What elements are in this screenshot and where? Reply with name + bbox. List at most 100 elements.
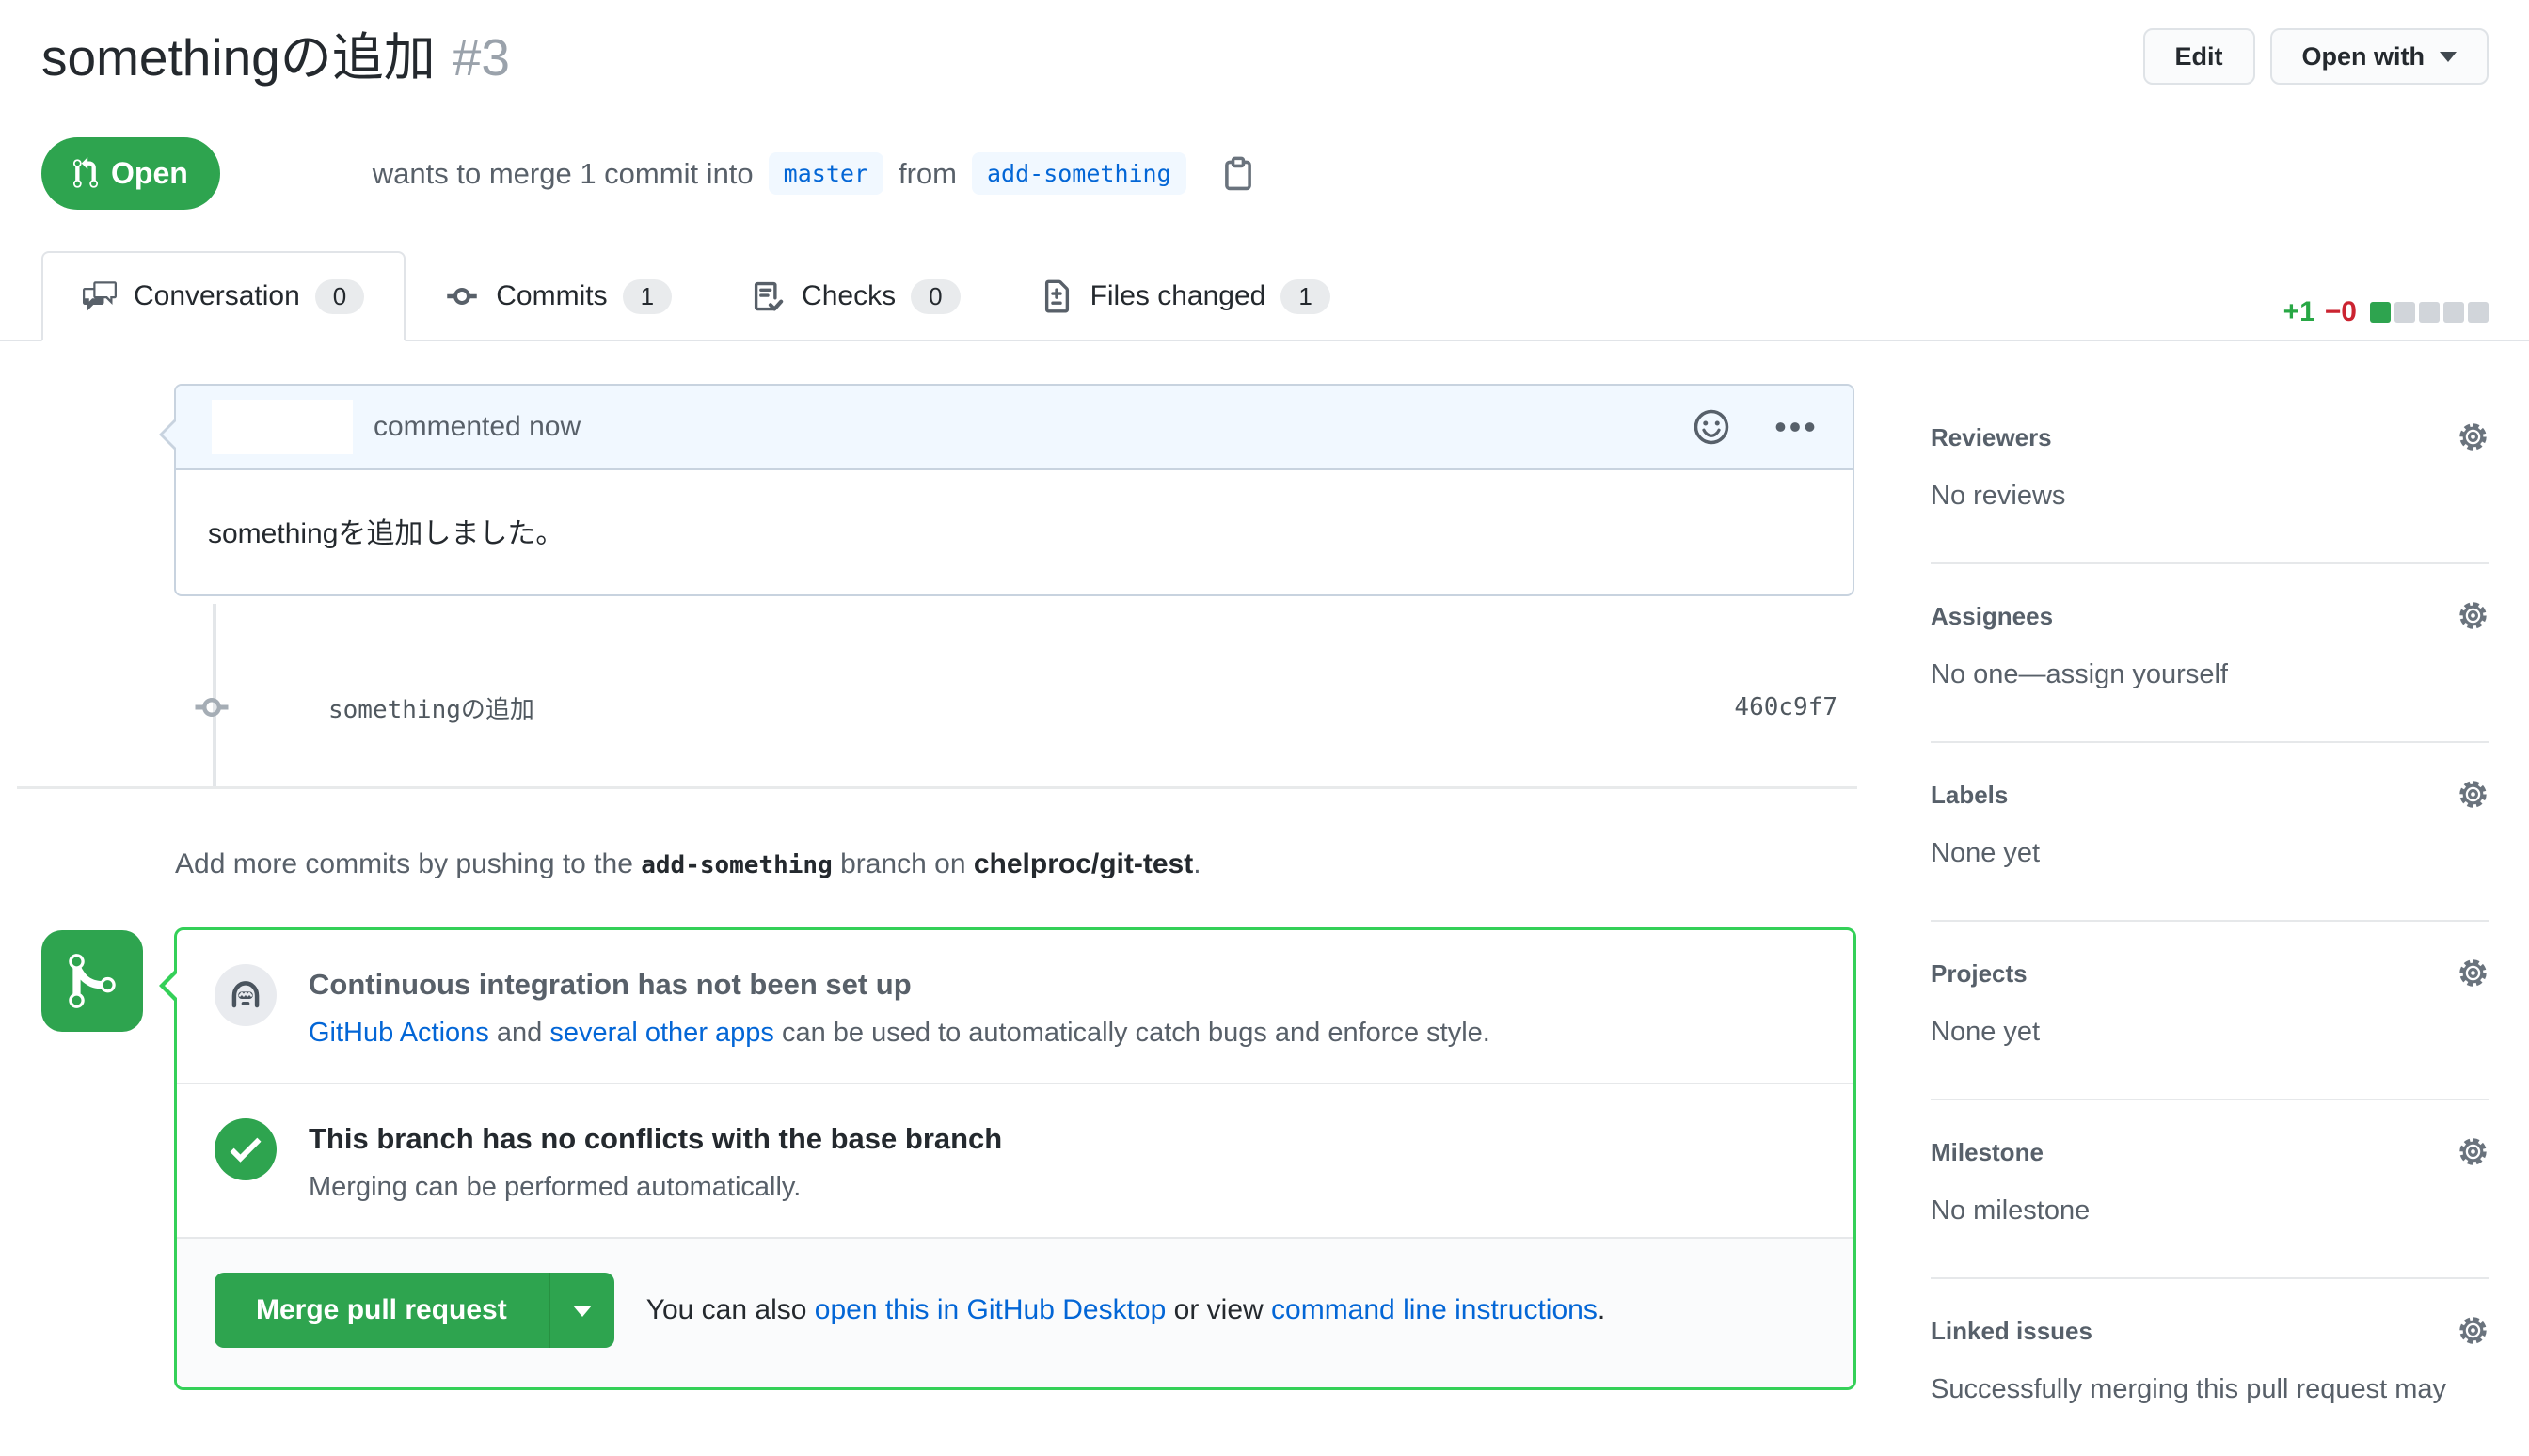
gear-icon[interactable] xyxy=(2457,1315,2489,1346)
diffstat-block xyxy=(2443,302,2464,323)
merge-action-section: Merge pull request You can also open thi… xyxy=(177,1239,1853,1387)
comment-meta: commented now xyxy=(374,411,581,443)
edit-button[interactable]: Edit xyxy=(2143,28,2255,85)
timeline-comment: commented now somethingを追加しました。 xyxy=(174,384,1854,596)
add-more-branch: add-something xyxy=(641,851,833,879)
other-apps-link[interactable]: several other apps xyxy=(549,1018,774,1048)
base-branch-label[interactable]: master xyxy=(769,152,883,195)
gear-icon[interactable] xyxy=(2457,957,2489,989)
status-badge: Open xyxy=(41,137,220,210)
sidebar-heading[interactable]: Assignees xyxy=(1931,601,2053,631)
commit-sha[interactable]: 460c9f7 xyxy=(1734,693,1837,721)
sidebar-section-projects: Projects None yet xyxy=(1931,922,2489,1100)
gear-icon[interactable] xyxy=(2457,421,2489,452)
diffstat-block xyxy=(2370,302,2391,323)
merge-meta-text: wants to merge 1 commit into xyxy=(373,157,754,191)
copy-branch-icon[interactable] xyxy=(1220,156,1256,192)
diffstat-block xyxy=(2419,302,2440,323)
comment-discussion-icon xyxy=(83,279,117,313)
sidebar-value: No reviews xyxy=(1931,479,2489,513)
kebab-horizontal-icon[interactable] xyxy=(1773,405,1817,449)
tab-label: Checks xyxy=(802,280,896,312)
diffstat-blocks xyxy=(2370,302,2489,323)
tab-count: 0 xyxy=(911,279,960,314)
check-icon xyxy=(215,1118,277,1180)
pr-title: somethingの追加 #3 xyxy=(41,15,510,90)
sidebar-heading-row: Linked issues xyxy=(1931,1315,2489,1346)
gear-icon[interactable] xyxy=(2457,779,2489,810)
status-badge-label: Open xyxy=(111,156,188,191)
add-more-suffix: . xyxy=(1193,848,1201,879)
edit-button-label: Edit xyxy=(2175,42,2223,71)
comment-header: commented now xyxy=(176,386,1853,470)
sidebar-heading[interactable]: Labels xyxy=(1931,780,2008,810)
tab-checks[interactable]: Checks 0 xyxy=(711,251,1000,341)
gear-icon[interactable] xyxy=(2457,1136,2489,1167)
ci-subtitle: GitHub Actions and several other apps ca… xyxy=(309,1013,1490,1052)
add-more-middle: branch on xyxy=(833,848,974,879)
smiley-icon[interactable] xyxy=(1693,408,1730,446)
commit-message[interactable]: somethingの追加 xyxy=(328,690,534,725)
mergeability-subtitle: Merging can be performed automatically. xyxy=(309,1167,1002,1207)
sidebar-heading[interactable]: Linked issues xyxy=(1931,1316,2092,1346)
git-commit-icon xyxy=(445,279,479,313)
pr-number: #3 xyxy=(453,28,510,87)
github-actions-link[interactable]: GitHub Actions xyxy=(309,1018,489,1048)
merge-meta: wants to merge 1 commit into master from… xyxy=(373,152,1256,195)
ci-rest: can be used to automatically catch bugs … xyxy=(774,1018,1490,1048)
add-more-commits-note: Add more commits by pushing to the add-s… xyxy=(175,848,1201,880)
tab-files-changed[interactable]: Files changed 1 xyxy=(1000,251,1370,341)
add-more-prefix: Add more commits by pushing to the xyxy=(175,848,641,879)
author-redacted xyxy=(212,400,353,454)
merge-pull-request-button[interactable]: Merge pull request xyxy=(215,1273,549,1348)
sidebar-section-linked-issues: Linked issues Successfully merging this … xyxy=(1931,1279,2489,1456)
merge-button-group: Merge pull request xyxy=(215,1273,614,1348)
sidebar-value: No one—assign yourself xyxy=(1931,657,2489,691)
mergeability-title: This branch has no conflicts with the ba… xyxy=(309,1118,1002,1160)
tab-label: Files changed xyxy=(1090,280,1266,312)
commit-row: somethingの追加 460c9f7 xyxy=(174,679,1854,736)
also-suffix: . xyxy=(1598,1294,1605,1325)
pr-title-text: somethingの追加 xyxy=(41,28,436,87)
sidebar-heading[interactable]: Reviewers xyxy=(1931,422,2052,452)
diffstat-deletions: −0 xyxy=(2325,296,2357,328)
sidebar-heading-row: Milestone xyxy=(1931,1136,2489,1167)
timeline-divider xyxy=(17,786,1857,789)
header-actions: Edit Open with xyxy=(2143,28,2489,85)
gear-icon[interactable] xyxy=(2457,600,2489,631)
add-more-repo: chelproc/git-test xyxy=(974,848,1193,879)
open-with-button[interactable]: Open with xyxy=(2270,28,2489,85)
tab-commits[interactable]: Commits 1 xyxy=(406,251,711,341)
sidebar-heading[interactable]: Milestone xyxy=(1931,1137,2044,1167)
ci-text: Continuous integration has not been set … xyxy=(309,964,1490,1052)
diffstat: +1 −0 xyxy=(2283,296,2489,328)
sidebar-section-assignees: Assignees No one—assign yourself xyxy=(1931,564,2489,743)
command-line-link[interactable]: command line instructions xyxy=(1271,1294,1598,1325)
tab-label: Conversation xyxy=(134,280,300,312)
diffstat-block xyxy=(2468,302,2489,323)
sidebar-heading-row: Reviewers xyxy=(1931,421,2489,452)
sidebar-heading[interactable]: Projects xyxy=(1931,958,2028,989)
head-branch-label[interactable]: add-something xyxy=(972,152,1186,195)
tab-label: Commits xyxy=(496,280,607,312)
mergeability-text: This branch has no conflicts with the ba… xyxy=(309,1118,1002,1207)
ci-title: Continuous integration has not been set … xyxy=(309,964,1490,1005)
github-desktop-link[interactable]: open this in GitHub Desktop xyxy=(815,1294,1167,1325)
tabs: Conversation 0 Commits 1 Checks 0 Files … xyxy=(41,251,1370,341)
file-diff-icon xyxy=(1040,279,1074,313)
discussion-sidebar: Reviewers No reviews Assignees No one—as… xyxy=(1931,421,2489,1456)
sidebar-value: No milestone xyxy=(1931,1194,2489,1227)
sidebar-section-labels: Labels None yet xyxy=(1931,743,2489,922)
also-prefix: You can also xyxy=(646,1294,815,1325)
sidebar-heading-row: Projects xyxy=(1931,957,2489,989)
tab-conversation[interactable]: Conversation 0 xyxy=(41,251,406,341)
open-with-label: Open with xyxy=(2302,42,2426,71)
state-row: Open wants to merge 1 commit into master… xyxy=(41,137,1256,210)
sidebar-heading-row: Assignees xyxy=(1931,600,2489,631)
merge-options-button[interactable] xyxy=(549,1273,614,1348)
sidebar-value: None yet xyxy=(1931,1015,2489,1049)
tab-count: 1 xyxy=(623,279,672,314)
tab-count: 1 xyxy=(1280,279,1329,314)
also-middle: or view xyxy=(1166,1294,1271,1325)
merge-alternatives: You can also open this in GitHub Desktop… xyxy=(646,1294,1605,1326)
